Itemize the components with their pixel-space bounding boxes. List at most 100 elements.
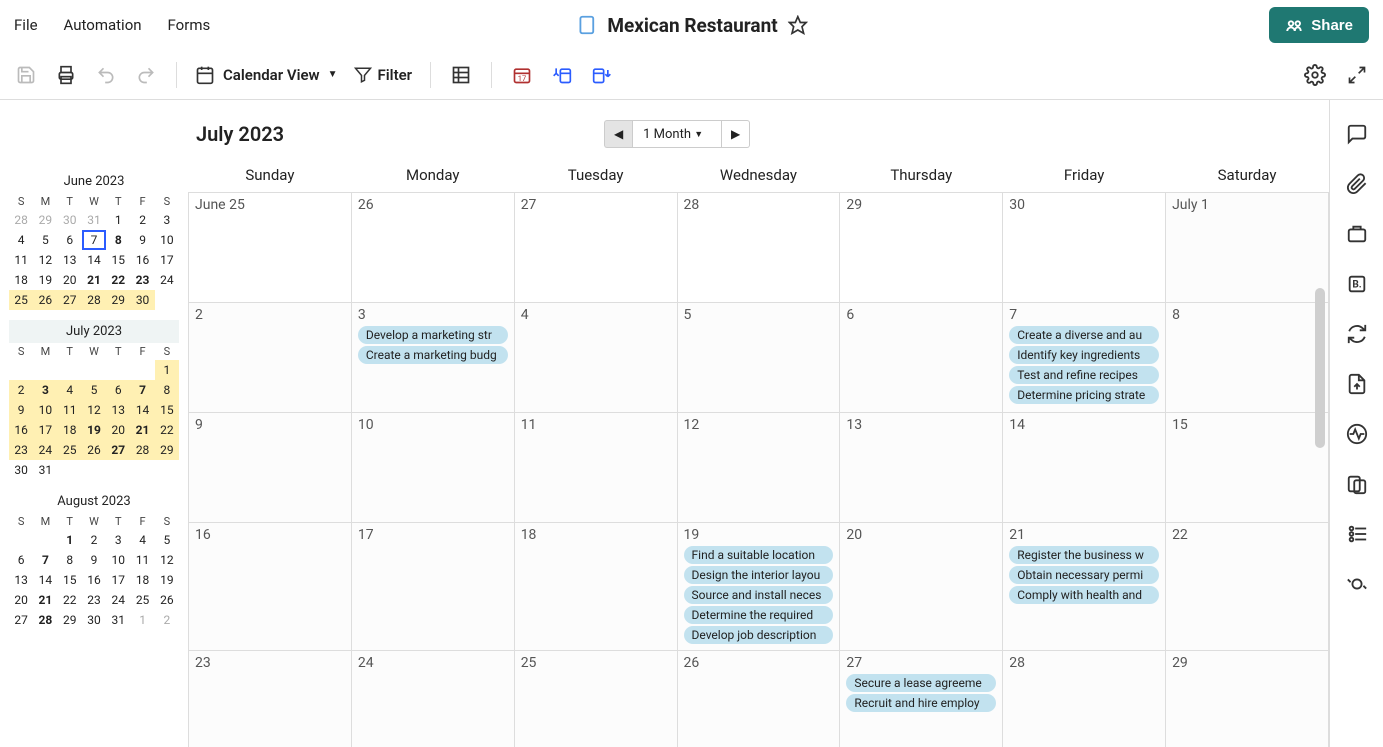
mini-day[interactable]: 13 bbox=[9, 570, 33, 590]
mini-day[interactable]: 16 bbox=[9, 420, 33, 440]
proof-icon[interactable] bbox=[1345, 222, 1369, 246]
mini-day[interactable]: 1 bbox=[58, 530, 82, 550]
mini-day[interactable]: 24 bbox=[155, 270, 179, 290]
mini-day[interactable]: 30 bbox=[82, 610, 106, 630]
mini-day[interactable]: 14 bbox=[130, 400, 154, 420]
mini-day[interactable]: 11 bbox=[9, 250, 33, 270]
mini-day[interactable]: 5 bbox=[155, 530, 179, 550]
mini-day[interactable]: 1 bbox=[106, 210, 130, 230]
calendar-cell[interactable]: 30 bbox=[1003, 193, 1166, 303]
mini-day[interactable]: 4 bbox=[130, 530, 154, 550]
mini-day[interactable]: 6 bbox=[106, 380, 130, 400]
scrollbar[interactable] bbox=[1315, 288, 1325, 448]
mini-day[interactable]: 28 bbox=[33, 610, 57, 630]
mini-day[interactable]: 22 bbox=[155, 420, 179, 440]
mini-day[interactable]: 1 bbox=[155, 360, 179, 380]
mini-day[interactable]: 5 bbox=[33, 230, 57, 250]
mini-day[interactable]: 10 bbox=[106, 550, 130, 570]
calendar-event[interactable]: Recruit and hire employ bbox=[846, 694, 996, 712]
mini-day[interactable]: 3 bbox=[155, 210, 179, 230]
mini-day[interactable]: 7 bbox=[82, 230, 106, 250]
calendar-cell[interactable]: 29 bbox=[1166, 651, 1329, 747]
calendar-event[interactable]: Design the interior layou bbox=[684, 566, 834, 584]
mini-day[interactable]: 4 bbox=[9, 230, 33, 250]
resource-icon[interactable] bbox=[1345, 522, 1369, 546]
mini-day[interactable]: 2 bbox=[82, 530, 106, 550]
view-selector[interactable]: Calendar View ▼ bbox=[195, 65, 338, 85]
mini-day[interactable]: 6 bbox=[58, 230, 82, 250]
mini-day[interactable]: 21 bbox=[82, 270, 106, 290]
mini-day[interactable]: 10 bbox=[33, 400, 57, 420]
mini-day[interactable]: 21 bbox=[33, 590, 57, 610]
grid-view-icon[interactable] bbox=[449, 63, 473, 87]
calendar-cell[interactable]: 7Create a diverse and auIdentify key ing… bbox=[1003, 303, 1166, 413]
star-icon[interactable] bbox=[788, 15, 808, 35]
calendar-event[interactable]: Test and refine recipes bbox=[1009, 366, 1159, 384]
mini-day[interactable]: 6 bbox=[9, 550, 33, 570]
mini-day[interactable]: 14 bbox=[33, 570, 57, 590]
mini-day[interactable]: 15 bbox=[58, 570, 82, 590]
mini-day[interactable]: 31 bbox=[106, 610, 130, 630]
calendar-event[interactable]: Develop a marketing str bbox=[358, 326, 508, 344]
mini-calendar-title[interactable]: August 2023 bbox=[9, 490, 179, 513]
mini-day[interactable]: 2 bbox=[9, 380, 33, 400]
calendar-cell[interactable]: 17 bbox=[351, 523, 514, 651]
mini-day[interactable]: 15 bbox=[106, 250, 130, 270]
mini-day[interactable]: 19 bbox=[82, 420, 106, 440]
mini-day[interactable]: 15 bbox=[155, 400, 179, 420]
mini-day[interactable]: 31 bbox=[82, 210, 106, 230]
calendar-cell[interactable]: 9 bbox=[189, 413, 352, 523]
calendar-cell[interactable]: 16 bbox=[189, 523, 352, 651]
calendar-cell[interactable]: 22 bbox=[1166, 523, 1329, 651]
calendar-cell[interactable]: 26 bbox=[351, 193, 514, 303]
mini-day[interactable]: 27 bbox=[106, 440, 130, 460]
summary-icon[interactable] bbox=[1345, 472, 1369, 496]
mini-day[interactable]: 26 bbox=[82, 440, 106, 460]
share-button[interactable]: Share bbox=[1269, 7, 1369, 43]
mini-day[interactable]: 7 bbox=[33, 550, 57, 570]
sync-icon[interactable] bbox=[1345, 322, 1369, 346]
calendar-cell[interactable]: 26 bbox=[677, 651, 840, 747]
mini-day[interactable]: 2 bbox=[130, 210, 154, 230]
calendar-cell[interactable]: June 25 bbox=[189, 193, 352, 303]
brandfolder-icon[interactable]: B. bbox=[1345, 272, 1369, 296]
mini-day[interactable]: 3 bbox=[33, 380, 57, 400]
mini-day[interactable]: 23 bbox=[130, 270, 154, 290]
calendar-cell[interactable]: 27 bbox=[514, 193, 677, 303]
mini-calendar-title[interactable]: June 2023 bbox=[9, 170, 179, 193]
calendar-event[interactable]: Determine pricing strate bbox=[1009, 386, 1159, 404]
calendar-cell[interactable]: 11 bbox=[514, 413, 677, 523]
calendar-event[interactable]: Develop job description bbox=[684, 626, 834, 644]
mini-day[interactable]: 24 bbox=[33, 440, 57, 460]
calendar-cell[interactable]: 12 bbox=[677, 413, 840, 523]
expand-icon[interactable] bbox=[1345, 63, 1369, 87]
calendar-cell[interactable]: 15 bbox=[1166, 413, 1329, 523]
mini-day[interactable]: 20 bbox=[58, 270, 82, 290]
calendar-cell[interactable]: 18 bbox=[514, 523, 677, 651]
mini-day[interactable]: 4 bbox=[58, 380, 82, 400]
mini-day[interactable]: 22 bbox=[58, 590, 82, 610]
calendar-cell[interactable]: 6 bbox=[840, 303, 1003, 413]
calendar-cell[interactable]: 28 bbox=[677, 193, 840, 303]
calendar-cell[interactable]: 28 bbox=[1003, 651, 1166, 747]
mini-day[interactable]: 28 bbox=[9, 210, 33, 230]
calendar-event[interactable]: Register the business w bbox=[1009, 546, 1159, 564]
mini-day[interactable]: 3 bbox=[106, 530, 130, 550]
menu-automation[interactable]: Automation bbox=[64, 16, 142, 34]
calendar-cell[interactable]: 2 bbox=[189, 303, 352, 413]
mini-day[interactable]: 8 bbox=[58, 550, 82, 570]
gear-icon[interactable] bbox=[1303, 63, 1327, 87]
connect-icon[interactable] bbox=[1345, 572, 1369, 596]
calendar-event[interactable]: Comply with health and bbox=[1009, 586, 1159, 604]
mini-day[interactable]: 25 bbox=[9, 290, 33, 310]
calendar-cell[interactable]: 24 bbox=[351, 651, 514, 747]
period-prev-button[interactable]: ◀ bbox=[604, 120, 632, 148]
calendar-cell[interactable]: 3Develop a marketing strCreate a marketi… bbox=[351, 303, 514, 413]
mini-day[interactable]: 12 bbox=[82, 400, 106, 420]
mini-day[interactable]: 29 bbox=[58, 610, 82, 630]
mini-day[interactable]: 8 bbox=[155, 380, 179, 400]
mini-day[interactable]: 12 bbox=[155, 550, 179, 570]
mini-day[interactable]: 28 bbox=[130, 440, 154, 460]
calendar-cell[interactable]: 14 bbox=[1003, 413, 1166, 523]
mini-day[interactable]: 14 bbox=[82, 250, 106, 270]
